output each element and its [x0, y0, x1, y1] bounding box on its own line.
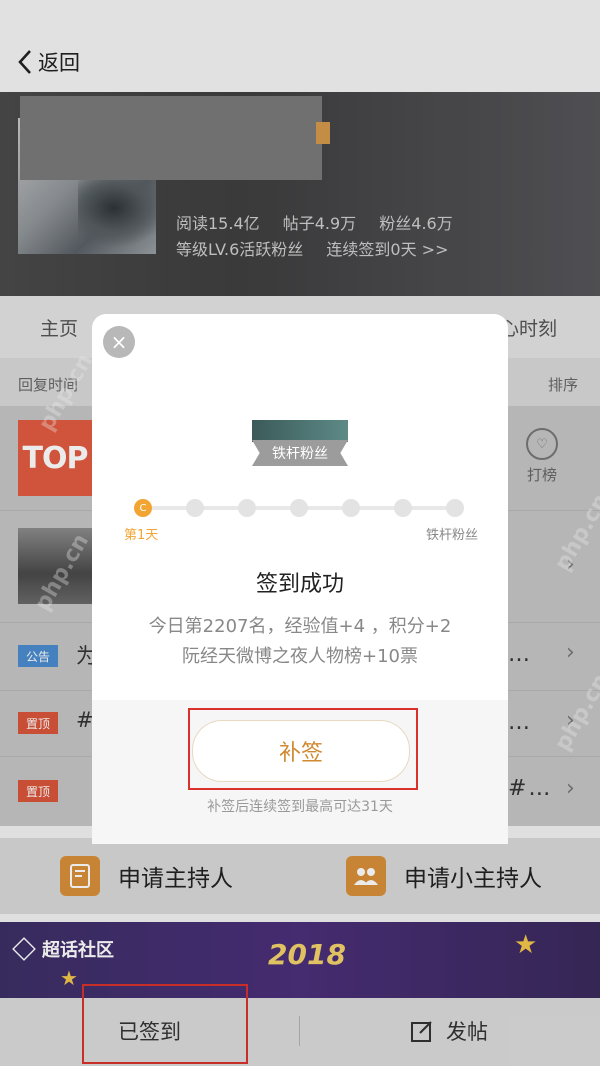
star-icon: ★ — [514, 930, 538, 960]
document-user-icon — [60, 856, 100, 896]
top-bar: 返回 — [0, 0, 600, 92]
posts-count: 帖子4.9万 — [282, 214, 357, 233]
tab-moments[interactable]: 心时刻 — [500, 314, 557, 341]
super-topic-brand: 超话社区 — [12, 936, 114, 962]
progress-dot — [290, 499, 308, 517]
brand-text: 超话社区 — [42, 940, 114, 961]
back-button[interactable]: 返回 — [16, 46, 80, 78]
apply-host-button[interactable]: 申请主持人 — [60, 856, 233, 896]
badge-image — [252, 420, 348, 442]
bottom-divider — [299, 1016, 300, 1046]
chevron-right-icon[interactable]: › — [566, 640, 575, 665]
heart-icon: ♡ — [526, 428, 558, 460]
promo-year: 2018 — [268, 938, 346, 971]
close-icon: × — [110, 330, 128, 354]
progress-dot — [446, 499, 464, 517]
rank-button-label: 打榜 — [526, 466, 557, 484]
star-icon: ★ — [60, 966, 78, 990]
title-badge — [316, 122, 330, 144]
progress-end-label: 铁杆粉丝 — [426, 528, 479, 543]
list-item-tail[interactable]: #… — [508, 776, 552, 801]
progress-dot-active: C — [134, 499, 152, 517]
reward-line-1: 今日第2207名，经验值+4 ，积分+2 — [148, 616, 452, 637]
apply-host-label: 申请主持人 — [118, 866, 233, 892]
ellipsis: … — [508, 710, 532, 735]
checkin-streak-link[interactable]: 连续签到0天 >> — [326, 240, 448, 259]
fans-count: 粉丝4.6万 — [379, 214, 453, 233]
post-button[interactable]: 发帖 — [410, 1016, 488, 1046]
sort-button[interactable]: 排序 — [548, 374, 578, 395]
badge-label: 铁杆粉丝 — [252, 440, 348, 466]
redacted-title-block — [20, 96, 322, 180]
list-item-text[interactable]: # — [76, 708, 94, 732]
apply-host-row: 申请主持人 申请小主持人 — [0, 838, 600, 914]
pinned-tag: 置顶 — [18, 712, 58, 734]
progress-dot — [342, 499, 360, 517]
diamond-icon — [12, 937, 36, 961]
users-icon — [346, 856, 386, 896]
checked-in-highlight — [82, 984, 248, 1064]
close-button[interactable]: × — [103, 326, 135, 358]
stats-line: 阅读15.4亿 帖子4.9万 粉丝4.6万 — [176, 210, 471, 234]
apply-sub-host-label: 申请小主持人 — [404, 866, 542, 892]
makeup-note: 补签后连续签到最高可达31天 — [207, 799, 393, 815]
notice-tag: 公告 — [18, 645, 58, 667]
edit-icon — [411, 1021, 432, 1042]
chevron-right-icon[interactable]: › — [566, 776, 575, 801]
post-label: 发帖 — [446, 1020, 488, 1044]
level-line: 等级LV.6活跃粉丝 连续签到0天 >> — [176, 236, 449, 260]
modal-title: 签到成功 — [255, 572, 344, 597]
tab-home[interactable]: 主页 — [40, 314, 78, 341]
back-label: 返回 — [38, 51, 80, 75]
pinned-tag: 置顶 — [18, 780, 58, 802]
progress-dot — [186, 499, 204, 517]
ellipsis: … — [508, 642, 532, 667]
page: 返回 阅读15.4亿 帖子4.9万 粉丝4.6万 等级LV.6活跃粉丝 连续签到… — [0, 0, 600, 1066]
progress-start-label: 第1天 — [124, 528, 159, 543]
level-text: 等级LV.6活跃粉丝 — [176, 240, 304, 259]
makeup-highlight — [188, 708, 418, 790]
apply-sub-host-button[interactable]: 申请小主持人 — [346, 856, 542, 896]
progress-dot — [238, 499, 256, 517]
reads-count: 阅读15.4亿 — [176, 214, 260, 233]
progress-dot — [394, 499, 412, 517]
chevron-left-icon — [18, 50, 31, 74]
reward-line-2: 阮经天微博之夜人物榜+10票 — [182, 646, 418, 667]
rank-button[interactable]: ♡ 打榜 — [520, 428, 564, 485]
